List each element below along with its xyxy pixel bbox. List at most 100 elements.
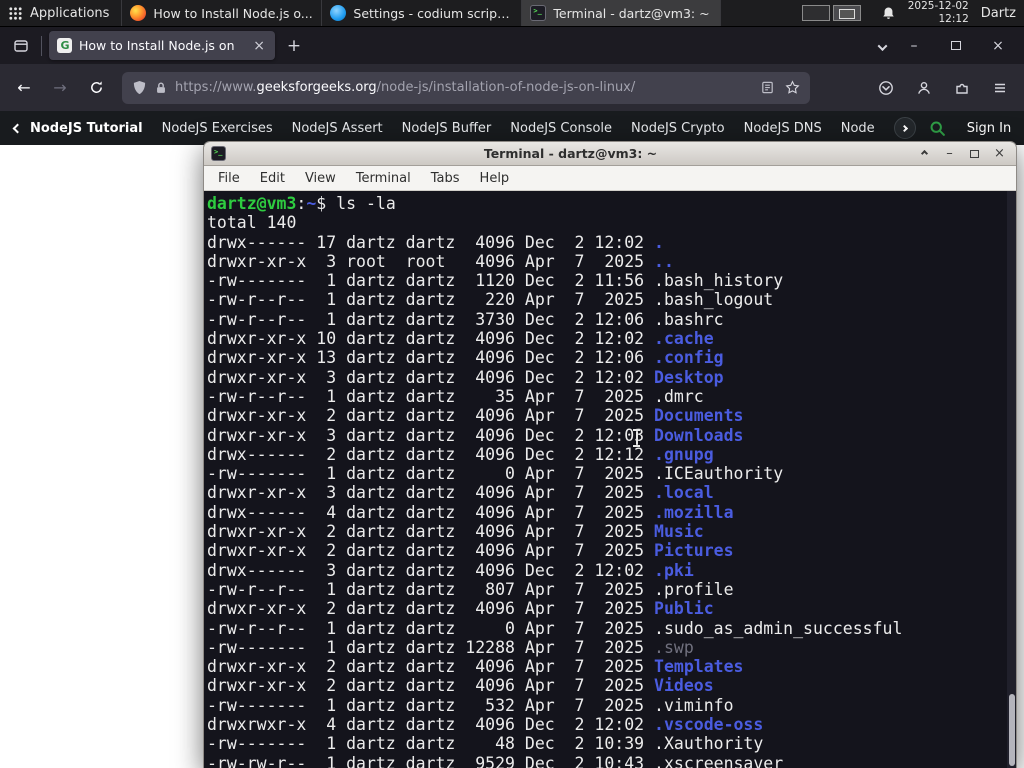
user-menu[interactable]: Dartz — [981, 6, 1018, 21]
ls-row: -rw-r--r-- 1 dartz dartz 35 Apr 7 2025 .… — [207, 386, 704, 406]
firefox-view-icon — [14, 39, 28, 52]
workspace-1[interactable] — [801, 5, 830, 21]
ls-row: drwxr-xr-x 10 dartz dartz 4096 Dec 2 12:… — [207, 329, 714, 349]
prompt-dollar: $ — [316, 194, 337, 213]
ls-filename: Music — [654, 522, 704, 542]
ls-row: drwxr-xr-x 2 dartz dartz 4096 Apr 7 2025… — [207, 657, 744, 677]
applications-menu-button[interactable]: Applications — [0, 0, 121, 26]
reload-icon — [90, 81, 102, 93]
ls-filename: Videos — [654, 676, 714, 696]
list-all-tabs-button[interactable] — [877, 36, 888, 55]
menu-tabs[interactable]: Tabs — [421, 171, 470, 186]
maximize-icon — [970, 149, 979, 158]
signin-button[interactable]: Sign In — [959, 118, 1020, 139]
terminal-window: Terminal - dartz@vm3: ~ – × FileEditView… — [203, 141, 1017, 768]
window-minimize-button[interactable]: – — [900, 38, 928, 54]
terminal-screen[interactable]: dartz@vm3:~$ ls -la total 140 drwx------… — [204, 191, 1016, 768]
gfg-nav-item[interactable]: Node — [841, 121, 875, 136]
terminal-icon — [211, 146, 226, 161]
scrollbar-thumb[interactable] — [1008, 694, 1015, 766]
ls-filename: .pki — [654, 560, 694, 580]
ls-row: -rw------- 1 dartz dartz 48 Dec 2 10:39 … — [207, 734, 764, 754]
notification-bell-icon[interactable] — [881, 6, 896, 21]
account-button[interactable] — [908, 72, 940, 104]
ls-row: -rw-r--r-- 1 dartz dartz 0 Apr 7 2025 .s… — [207, 618, 903, 638]
ls-row: -rw-r--r-- 1 dartz dartz 3730 Dec 2 12:0… — [207, 309, 724, 329]
pocket-icon — [879, 80, 893, 95]
firefox-icon — [130, 5, 147, 21]
url-path: /node-js/installation-of-node-js-on-linu… — [376, 80, 636, 95]
lock-icon[interactable] — [154, 81, 168, 95]
gfg-nav-item[interactable]: NodeJS Buffer — [402, 121, 492, 136]
ls-row: drwx------ 2 dartz dartz 4096 Dec 2 12:1… — [207, 444, 714, 464]
url-text: https://www.geeksforgeeks.org/node-js/in… — [175, 80, 753, 95]
workspace-switcher[interactable] — [801, 5, 861, 21]
tab-strip: How to Install Node.js on × + – × — [0, 27, 1024, 64]
gfg-nav-item[interactable]: NodeJS Assert — [292, 121, 383, 136]
prompt-colon: : — [296, 194, 307, 213]
firefox-view-button[interactable] — [8, 33, 34, 59]
ls-filename: .swp — [654, 637, 694, 657]
ls-row: drwx------ 3 dartz dartz 4096 Dec 2 12:0… — [207, 560, 694, 580]
ls-row: drwxrwxr-x 4 dartz dartz 4096 Dec 2 12:0… — [207, 715, 764, 735]
terminal-maximize-button[interactable] — [965, 142, 984, 165]
ls-filename: .xscreensaver — [654, 753, 784, 768]
ls-filename: .sudo_as_admin_successful — [654, 618, 903, 638]
terminal-titlebar[interactable]: Terminal - dartz@vm3: ~ – × — [204, 142, 1016, 166]
gfg-scroll-right-button[interactable] — [893, 117, 916, 139]
menu-help[interactable]: Help — [470, 171, 520, 186]
tab-close-icon[interactable]: × — [251, 38, 267, 54]
task-button-codium[interactable]: Settings - codium script... — [321, 0, 521, 26]
forward-button[interactable]: → — [44, 72, 76, 104]
window-close-button[interactable]: × — [984, 38, 1012, 54]
terminal-shade-button[interactable] — [915, 142, 934, 165]
menu-edit[interactable]: Edit — [250, 171, 295, 186]
new-tab-button[interactable]: + — [281, 33, 307, 59]
reader-view-icon[interactable] — [760, 80, 775, 95]
extensions-button[interactable] — [946, 72, 978, 104]
ls-row: -rw------- 1 dartz dartz 532 Apr 7 2025 … — [207, 695, 734, 715]
ls-row: drwxr-xr-x 2 dartz dartz 4096 Apr 7 2025… — [207, 522, 704, 542]
ls-row: -rw------- 1 dartz dartz 1120 Dec 2 11:5… — [207, 271, 784, 291]
task-button-firefox[interactable]: How to Install Node.js o... — [121, 0, 321, 26]
search-icon[interactable] — [929, 120, 946, 137]
gfg-nav-item[interactable]: NodeJS DNS — [744, 121, 822, 136]
gfg-nav-item[interactable]: NodeJS Console — [510, 121, 612, 136]
terminal-listing: drwx------ 17 dartz dartz 4096 Dec 2 12:… — [207, 233, 1014, 768]
gfg-back-item[interactable]: NodeJS Tutorial — [12, 121, 143, 136]
terminal-minimize-button[interactable]: – — [940, 142, 959, 165]
task-button-terminal[interactable]: Terminal - dartz@vm3: ~ — [521, 0, 722, 26]
ls-filename: .gnupg — [654, 444, 714, 464]
bookmark-star-icon[interactable] — [785, 80, 800, 95]
terminal-close-button[interactable]: × — [990, 142, 1009, 165]
ls-filename: .vscode-oss — [654, 715, 764, 735]
applications-label: Applications — [30, 5, 110, 21]
menu-view[interactable]: View — [295, 171, 346, 186]
tab-separator — [41, 35, 42, 56]
chevron-left-icon — [12, 123, 23, 133]
menu-terminal[interactable]: Terminal — [346, 171, 421, 186]
reload-button[interactable] — [80, 72, 112, 104]
ls-row: drwxr-xr-x 3 dartz dartz 4096 Dec 2 12:0… — [207, 367, 724, 387]
gfg-nav-item[interactable]: NodeJS Crypto — [631, 121, 725, 136]
ls-filename: .profile — [654, 579, 734, 599]
url-bar[interactable]: https://www.geeksforgeeks.org/node-js/in… — [122, 71, 810, 104]
terminal-scrollbar[interactable] — [1007, 191, 1016, 768]
pocket-button[interactable] — [870, 72, 902, 104]
tracking-shield-icon[interactable] — [132, 80, 147, 95]
ls-row: drwxr-xr-x 13 dartz dartz 4096 Dec 2 12:… — [207, 348, 724, 368]
app-menu-button[interactable] — [984, 72, 1016, 104]
ls-filename: .mozilla — [654, 502, 734, 522]
workspace-2[interactable] — [832, 5, 861, 21]
extensions-puzzle-icon — [956, 83, 968, 94]
ls-row: drwxr-xr-x 2 dartz dartz 4096 Apr 7 2025… — [207, 676, 714, 696]
navigation-toolbar: ← → https://www.geeksforgeeks.org/node-j… — [0, 64, 1024, 111]
ls-filename: .dmrc — [654, 386, 704, 406]
maximize-icon — [951, 40, 961, 50]
panel-clock[interactable]: 2025-12-02 12:12 — [908, 0, 969, 25]
tab-nodejs-install[interactable]: How to Install Node.js on × — [49, 31, 275, 60]
back-button[interactable]: ← — [8, 72, 40, 104]
window-maximize-button[interactable] — [942, 38, 970, 54]
gfg-nav-item[interactable]: NodeJS Exercises — [162, 121, 273, 136]
menu-file[interactable]: File — [208, 171, 250, 186]
